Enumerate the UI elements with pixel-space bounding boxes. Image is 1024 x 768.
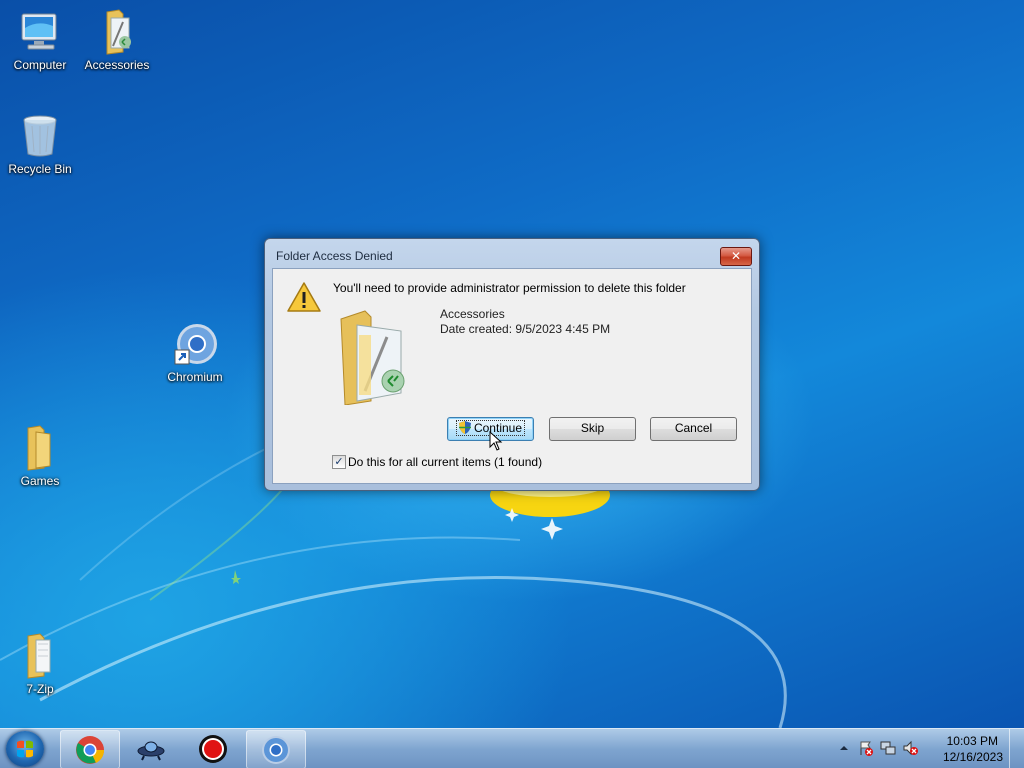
skip-button[interactable]: Skip [549, 417, 636, 441]
desktop-icon-label: Chromium [167, 370, 223, 384]
system-tray: 10:03 PM 12/16/2023 [834, 729, 1024, 768]
show-hidden-icons-arrow[interactable] [836, 740, 852, 756]
desktop-icon-games[interactable]: Games [0, 424, 80, 488]
item-date-created: Date created: 9/5/2023 4:45 PM [440, 322, 611, 336]
desktop-icon-computer[interactable]: Computer [0, 8, 80, 72]
dialog-message: You'll need to provide administrator per… [333, 281, 686, 295]
desktop-icon-label: Accessories [84, 58, 150, 72]
desktop[interactable]: Computer Accessories Recycle Bin Chromiu… [0, 0, 1024, 728]
desktop-icon-label: Games [20, 474, 60, 488]
clock-date[interactable]: 12/16/2023 [943, 750, 1003, 764]
uac-shield-icon [458, 421, 471, 434]
desktop-icon-recycle-bin[interactable]: Recycle Bin [0, 112, 80, 176]
chromium-icon [171, 320, 219, 368]
folder-icon [340, 310, 405, 405]
desktop-icon-accessories[interactable]: Accessories [77, 8, 157, 72]
dialog-title: Folder Access Denied [276, 249, 393, 263]
start-button[interactable] [6, 731, 44, 767]
record-icon [199, 735, 227, 763]
mouse-cursor-icon [489, 431, 503, 451]
desktop-icon-label: Computer [13, 58, 67, 72]
apply-to-all-checkbox[interactable]: ✓ [332, 455, 346, 469]
desktop-icon-7-zip[interactable]: 7-Zip [0, 632, 80, 696]
close-button[interactable]: ✕ [720, 247, 752, 266]
taskbar-chrome[interactable] [60, 730, 120, 768]
clock-time[interactable]: 10:03 PM [947, 734, 998, 748]
taskbar-ufo-app[interactable] [122, 730, 180, 767]
windows-logo-icon [17, 740, 33, 758]
cancel-button[interactable]: Cancel [650, 417, 737, 441]
folder-icon [16, 632, 64, 680]
taskbar: 10:03 PM 12/16/2023 [0, 728, 1024, 768]
folder-icon [16, 424, 64, 472]
desktop-icon-label: 7-Zip [26, 682, 54, 696]
dialog-body: You'll need to provide administrator per… [272, 268, 752, 484]
taskbar-recorder[interactable] [184, 730, 242, 767]
item-name: Accessories [440, 307, 505, 321]
desktop-icon-label: Recycle Bin [8, 162, 72, 176]
folder-icon [93, 8, 141, 56]
folder-access-denied-dialog: Folder Access Denied ✕ You'll need to pr… [264, 238, 760, 491]
chromium-icon [262, 736, 290, 764]
apply-to-all-label[interactable]: Do this for all current items (1 found) [348, 455, 542, 469]
warning-icon [287, 282, 321, 312]
chrome-icon [76, 736, 105, 764]
taskbar-chromium[interactable] [246, 730, 306, 768]
computer-icon [16, 8, 64, 56]
show-desktop-button[interactable] [1009, 729, 1024, 768]
volume-muted-icon[interactable] [902, 740, 918, 756]
desktop-icon-chromium[interactable]: Chromium [155, 320, 235, 384]
network-icon[interactable] [880, 740, 896, 756]
recycle-bin-icon [16, 112, 64, 160]
action-center-flag-icon[interactable] [858, 740, 874, 756]
ufo-icon [137, 741, 165, 761]
